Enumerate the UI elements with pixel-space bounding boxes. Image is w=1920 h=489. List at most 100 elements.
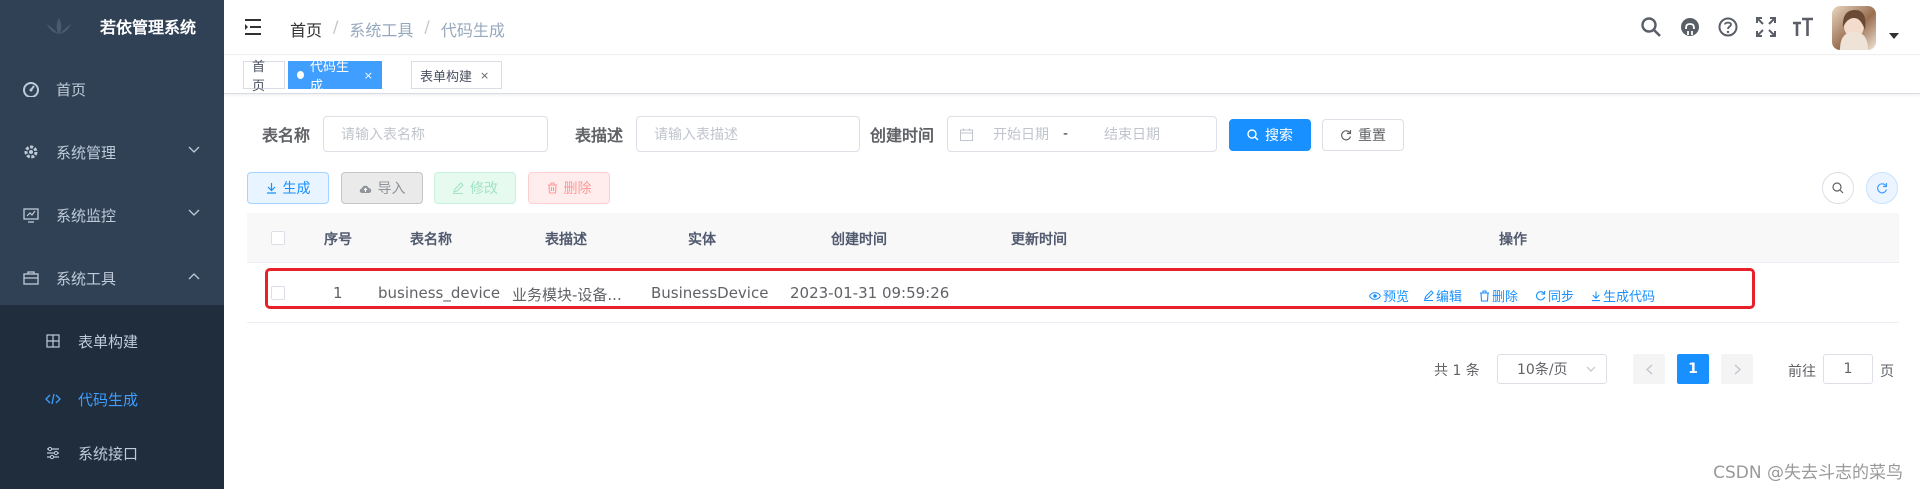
highlight-annotation: [265, 268, 1755, 309]
refresh-table-button[interactable]: [1866, 172, 1898, 204]
breadcrumb: 首页 / 系统工具 / 代码生成: [290, 17, 505, 41]
sidebar-item-home[interactable]: 首页: [0, 61, 224, 117]
app-title: 若依管理系统: [100, 18, 197, 37]
upload-cloud-icon: [359, 183, 372, 194]
breadcrumb-home[interactable]: 首页: [290, 17, 322, 41]
sidebar-item-form-builder[interactable]: 表单构建: [0, 313, 224, 369]
chevron-right-icon: [1734, 364, 1741, 375]
sidebar-item-label: 系统工具: [56, 269, 117, 288]
tag-label: 表单构建: [420, 69, 473, 85]
goto-prefix: 前往: [1788, 364, 1816, 380]
sidebar-item-system-tools[interactable]: 系统工具: [0, 250, 224, 306]
end-date-input[interactable]: 结束日期: [1104, 124, 1160, 144]
github-icon[interactable]: [1679, 16, 1701, 38]
toggle-search-button[interactable]: [1822, 172, 1854, 204]
column-header-update-time: 更新时间: [1011, 232, 1067, 248]
goto-suffix: 页: [1880, 364, 1894, 380]
create-time-label: 创建时间: [870, 126, 935, 145]
watermark: CSDN @失去斗志的菜鸟: [1713, 463, 1903, 483]
sidebar-item-label: 代码生成: [78, 390, 139, 409]
sidebar-item-system-monitor[interactable]: 系统监控: [0, 187, 224, 243]
goto-page-input[interactable]: 1: [1823, 354, 1873, 384]
column-header-table-desc: 表描述: [545, 232, 587, 248]
delete-button[interactable]: 删除: [528, 172, 610, 204]
page-number-button[interactable]: 1: [1677, 354, 1709, 384]
navbar: 首页 / 系统工具 / 代码生成: [224, 0, 1920, 55]
page-size-select[interactable]: 10条/页: [1497, 354, 1607, 384]
sidebar: 若依管理系统 首页 系统管理 系统监控 系统工具 表单构建 代码生成 系统接口: [0, 0, 224, 489]
logo-icon: [44, 16, 74, 36]
tag-label: 首页: [252, 60, 266, 94]
breadcrumb-separator: /: [333, 17, 339, 36]
chevron-down-icon: [188, 209, 200, 217]
grid-icon: [44, 332, 62, 350]
sidebar-item-label: 系统接口: [78, 444, 139, 463]
table-desc-label: 表描述: [575, 126, 624, 145]
chevron-down-icon: [1586, 366, 1596, 372]
chevron-up-icon: [188, 272, 200, 280]
breadcrumb-system-tools: 系统工具: [349, 21, 414, 40]
date-range-picker[interactable]: 开始日期 - 结束日期: [947, 116, 1217, 152]
calendar-icon: [960, 128, 973, 141]
search-button[interactable]: 搜索: [1229, 119, 1311, 151]
chevron-left-icon: [1645, 364, 1653, 375]
column-header-table-name: 表名称: [410, 232, 452, 248]
column-header-index: 序号: [324, 232, 352, 248]
tags-view: 首页 代码生成 × 表单构建 ×: [224, 56, 1920, 94]
column-header-create-time: 创建时间: [831, 232, 887, 248]
tag-code-gen[interactable]: 代码生成 ×: [288, 60, 382, 94]
active-dot-icon: [297, 71, 305, 79]
hamburger-icon[interactable]: [244, 17, 264, 37]
table-name-label: 表名称: [262, 126, 311, 145]
tag-form-builder[interactable]: 表单构建 ×: [411, 61, 502, 89]
sidebar-submenu-system-tools: 表单构建 代码生成 系统接口: [0, 305, 224, 489]
sidebar-item-system-api[interactable]: 系统接口: [0, 425, 224, 481]
tag-label: 代码生成: [310, 60, 350, 94]
start-date-input[interactable]: 开始日期: [993, 124, 1063, 144]
sidebar-item-code-gen[interactable]: 代码生成: [0, 371, 224, 427]
fullscreen-icon[interactable]: [1755, 16, 1777, 38]
sidebar-item-label: 首页: [56, 80, 87, 99]
dashboard-icon: [22, 80, 40, 98]
range-separator: -: [1063, 126, 1069, 142]
column-header-actions: 操作: [1499, 232, 1527, 248]
table-name-input[interactable]: 请输入表名称: [323, 116, 548, 152]
gear-icon: [22, 143, 40, 161]
logo[interactable]: 若依管理系统: [0, 0, 224, 52]
toolbox-icon: [22, 269, 40, 287]
download-icon: [266, 182, 277, 194]
close-icon[interactable]: ×: [480, 69, 489, 82]
sidebar-item-label: 系统管理: [56, 143, 117, 162]
avatar[interactable]: [1832, 6, 1876, 50]
sidebar-item-label: 系统监控: [56, 206, 117, 225]
monitor-icon: [22, 206, 40, 224]
table-header: 序号 表名称 表描述 实体 创建时间 更新时间 操作: [247, 213, 1899, 263]
generate-button[interactable]: 生成: [247, 172, 329, 204]
tag-home[interactable]: 首页: [243, 60, 285, 94]
breadcrumb-separator: /: [424, 17, 430, 36]
caret-down-icon[interactable]: [1889, 33, 1899, 39]
breadcrumb-code-gen: 代码生成: [440, 21, 505, 40]
refresh-icon: [1340, 129, 1352, 141]
next-page-button[interactable]: [1721, 354, 1753, 384]
trash-icon: [547, 182, 558, 194]
search-icon: [1247, 129, 1259, 141]
question-icon[interactable]: [1717, 16, 1739, 38]
sidebar-item-label: 表单构建: [78, 332, 139, 351]
font-size-icon[interactable]: [1792, 16, 1814, 38]
column-header-entity: 实体: [688, 232, 716, 248]
close-icon[interactable]: ×: [364, 69, 373, 82]
import-button[interactable]: 导入: [341, 172, 423, 204]
prev-page-button[interactable]: [1633, 354, 1665, 384]
edit-button[interactable]: 修改: [434, 172, 516, 204]
table-desc-input[interactable]: 请输入表描述: [636, 116, 860, 152]
chevron-down-icon: [188, 146, 200, 154]
reset-button[interactable]: 重置: [1322, 119, 1404, 151]
edit-icon: [452, 182, 464, 194]
search-icon[interactable]: [1640, 16, 1662, 38]
select-all-checkbox[interactable]: [271, 231, 285, 245]
search-icon: [1832, 182, 1844, 194]
code-icon: [44, 390, 62, 408]
sidebar-item-system-management[interactable]: 系统管理: [0, 124, 224, 180]
refresh-icon: [1876, 182, 1888, 194]
